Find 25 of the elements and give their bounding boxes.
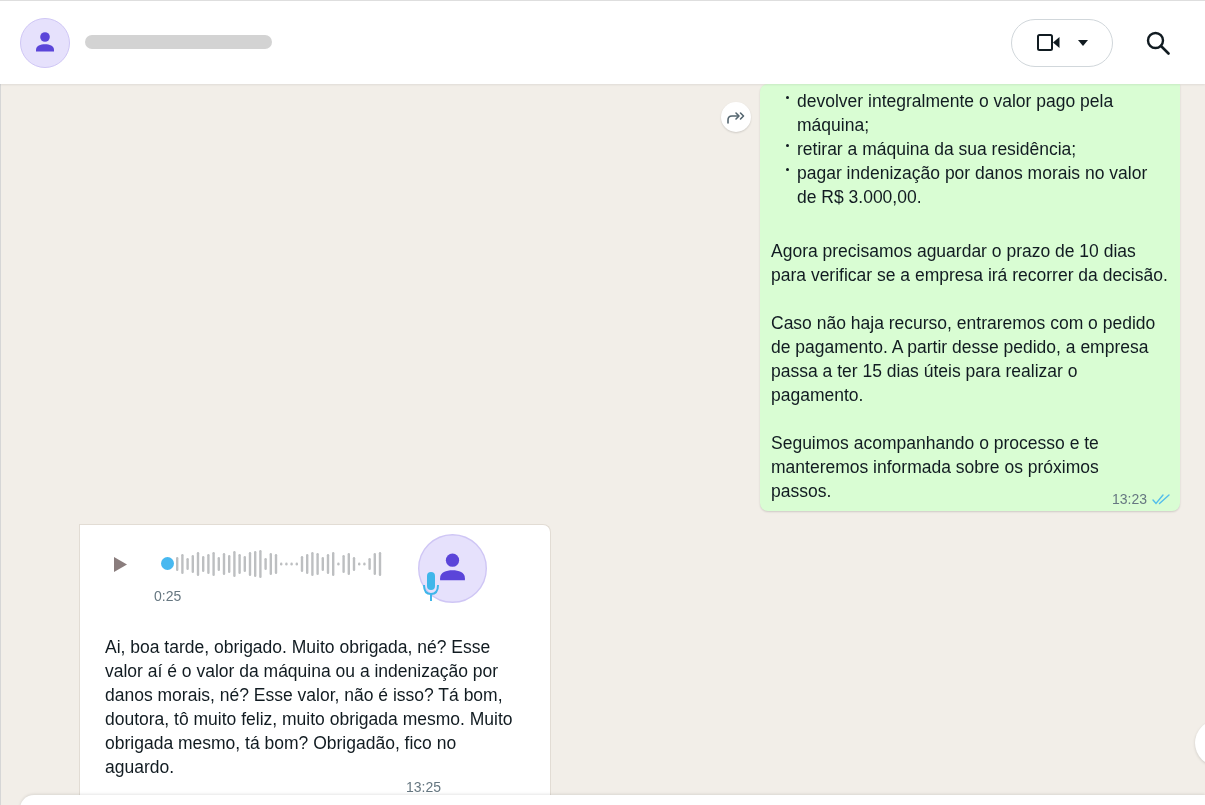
play-icon <box>113 557 127 572</box>
message-paragraph: Agora precisamos aguardar o prazo de 10 dias para verificar se a empresa irá recorrer da decisão. <box>771 240 1169 287</box>
voice-transcript: Ai, boa tarde, obrigado. Muito obrigada, né? Esse valor aí é o valor da máquina ou a indenização por danos morais, né? Esse valor, não é isso? Tá bom, doutora, tô muito feliz, muito obrigada mesmo. Muito obrigada mesmo, tá bom? Obrigadão, fico no aguardo. <box>105 636 514 779</box>
contact-avatar-icon <box>20 17 70 68</box>
search-button[interactable] <box>1145 29 1171 56</box>
list-item-text: retirar a máquina da sua residência; <box>797 138 1077 161</box>
bullet-icon <box>786 168 789 171</box>
bullet-icon <box>786 96 789 99</box>
caret-down-icon <box>1077 39 1088 46</box>
voice-duration: 0:25 <box>154 588 182 604</box>
forward-button[interactable] <box>721 102 751 132</box>
message-paragraph: Caso não haja recurso, entraremos com o pedido de pagamento. A partir desse pedido, a empresa passa a ter 15 dias úteis para realizar o pagamento. <box>771 312 1157 407</box>
message-paragraph: Seguimos acompanhando o processo e te manteremos informada sobre os próximos passos. <box>771 432 1100 503</box>
forward-icon <box>726 110 746 124</box>
message-time: 13:23 <box>1111 491 1147 507</box>
list-item-text: pagar indenização por danos morais no valor de R$ 3.000,00. <box>797 162 1149 209</box>
seek-thumb[interactable] <box>161 557 174 570</box>
play-button[interactable] <box>111 555 129 574</box>
sender-avatar-icon <box>418 534 487 603</box>
bullet-icon <box>786 144 789 147</box>
search-icon <box>1146 30 1170 55</box>
list-item-text: devolver integralmente o valor pago pela máquina; <box>797 90 1115 137</box>
video-camera-icon <box>1036 34 1060 51</box>
message-time: 13:25 <box>406 779 442 795</box>
microphone-icon <box>423 572 439 601</box>
